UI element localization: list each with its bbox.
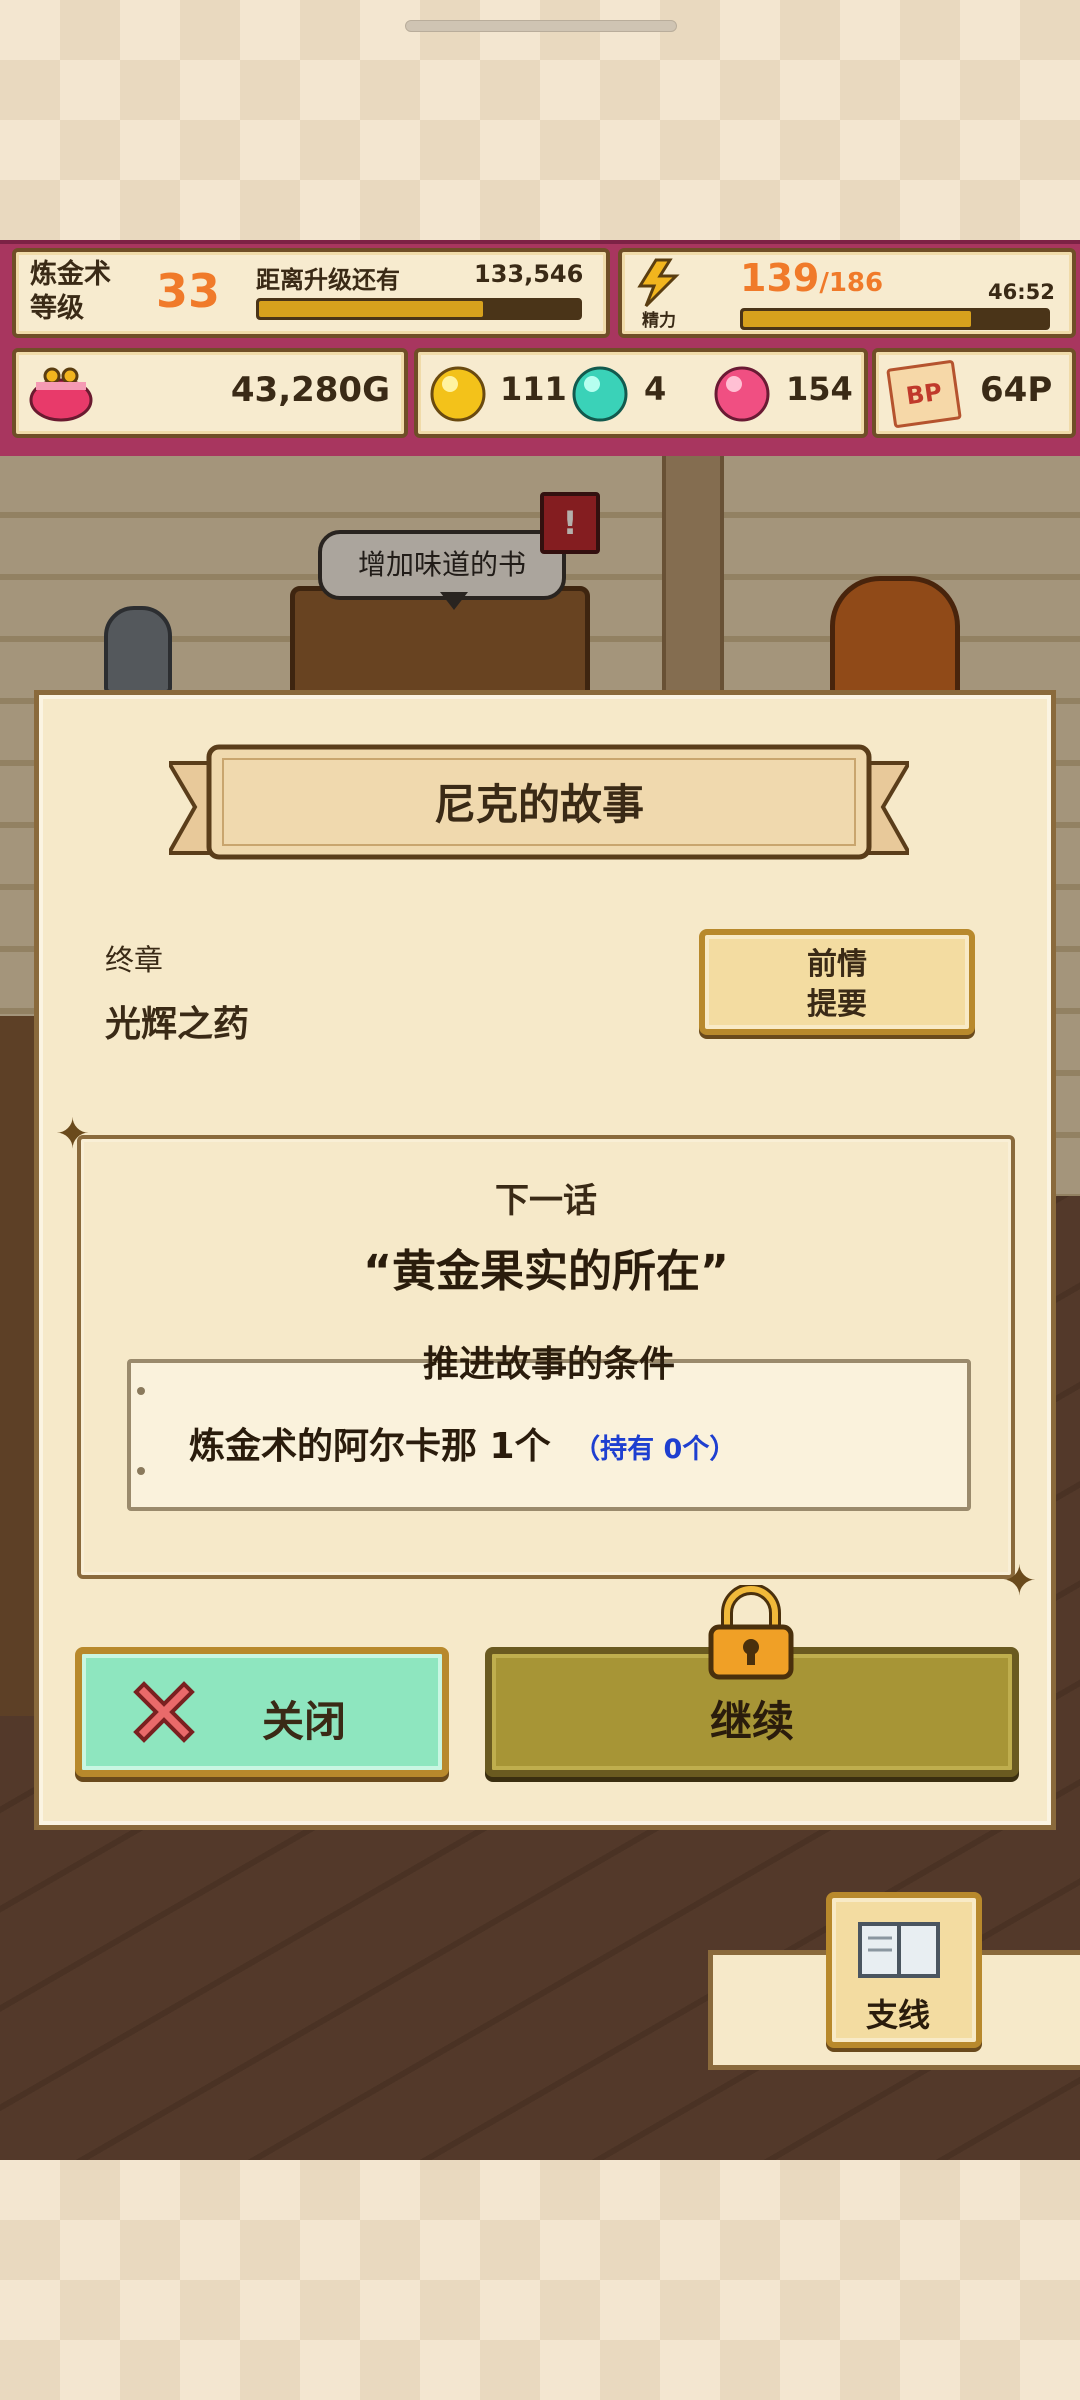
- sparkle-icon-bottom: ✦: [1001, 1556, 1037, 1605]
- alchemy-label-line1: 炼金术: [30, 259, 111, 290]
- chapter-name: 光辉之药: [105, 1004, 250, 1045]
- condition-held-count: （持有 0个）: [573, 1434, 737, 1465]
- stamina-progress-bar: [740, 308, 1050, 330]
- lock-icon: [705, 1583, 797, 1685]
- title-banner: 尼克的故事: [165, 741, 913, 871]
- exp-progress-fill: [259, 301, 483, 317]
- story-dialog: 尼克的故事 终章 光辉之药 前情 提要 ✦ ✦ 下一话 “黄金果实的所在” 推进…: [34, 690, 1056, 1830]
- next-episode-frame: ✦ ✦ 下一话 “黄金果实的所在” 推进故事的条件 炼金术的阿尔卡那 1个 （持…: [55, 1109, 1037, 1605]
- next-level-label: 距离升级还有: [256, 266, 400, 294]
- dialog-title: 尼克的故事: [433, 780, 644, 829]
- gold-panel: 43,280G: [12, 348, 408, 438]
- cyan-orb-count: 4: [644, 370, 667, 408]
- branch-button-label: 支线: [865, 1996, 930, 2034]
- stamina-progress-fill: [743, 311, 971, 327]
- gold-amount: 43,280G: [230, 370, 390, 410]
- home-indicator: [405, 20, 677, 32]
- card-bullet-icon-2: [137, 1467, 145, 1475]
- yellow-orb-icon: [428, 364, 488, 428]
- status-bar: 炼金术 等级 33 距离升级还有 133,546 精力 139/186 46:5…: [0, 240, 1080, 460]
- stamina-current: 139: [740, 256, 820, 300]
- yellow-orb-count: 111: [500, 370, 567, 408]
- card-bullet-icon: [137, 1387, 145, 1395]
- exp-progress-bar: [256, 298, 582, 320]
- close-button-label: 关闭: [262, 1697, 347, 1746]
- next-episode-label: 下一话: [495, 1181, 597, 1221]
- summary-button[interactable]: 前情 提要: [699, 929, 975, 1035]
- stamina-timer: 46:52: [988, 280, 1055, 304]
- summary-button-line2: 提要: [807, 987, 867, 1022]
- bp-panel: BP 64P: [872, 348, 1076, 438]
- chapter-label: 终章: [105, 943, 164, 977]
- alchemy-level-label: 炼金术 等级: [30, 258, 111, 326]
- condition-card: 推进故事的条件 炼金术的阿尔卡那 1个 （持有 0个）: [127, 1344, 971, 1511]
- cyan-orb-icon: [570, 364, 630, 428]
- condition-label: 推进故事的条件: [422, 1344, 675, 1385]
- pink-orb-count: 154: [786, 370, 853, 408]
- exp-remaining: 133,546: [474, 260, 584, 288]
- alchemy-level-value: 33: [156, 264, 221, 318]
- close-x-icon: [128, 1676, 200, 1752]
- close-button[interactable]: 关闭: [75, 1647, 449, 1777]
- branch-button[interactable]: 支线: [826, 1892, 982, 2048]
- stamina-value: 139/186: [740, 256, 883, 300]
- summary-button-line1: 前情: [807, 947, 867, 982]
- book-icon: [856, 1918, 942, 1986]
- continue-button-label: 继续: [709, 1697, 794, 1746]
- condition-item-text: 炼金术的阿尔卡那 1个: [189, 1426, 551, 1467]
- alchemy-label-line2: 等级: [30, 293, 84, 324]
- lightning-icon: [632, 258, 684, 312]
- alchemy-level-panel: 炼金术 等级 33 距离升级还有 133,546: [12, 248, 610, 338]
- pink-orb-icon: [712, 364, 772, 428]
- condition-item: 炼金术的阿尔卡那 1个 （持有 0个）: [189, 1417, 736, 1469]
- bp-icon: BP: [886, 359, 962, 429]
- next-episode-title: “黄金果实的所在”: [363, 1246, 729, 1297]
- stamina-max: /186: [819, 268, 884, 298]
- orbs-panel: 111 4 154: [414, 348, 868, 438]
- stamina-label: 精力: [642, 311, 676, 331]
- coin-purse-icon: [26, 362, 96, 428]
- sparkle-icon: ✦: [55, 1109, 91, 1158]
- bp-points: 64P: [980, 370, 1053, 410]
- stamina-panel: 精力 139/186 46:52: [618, 248, 1076, 338]
